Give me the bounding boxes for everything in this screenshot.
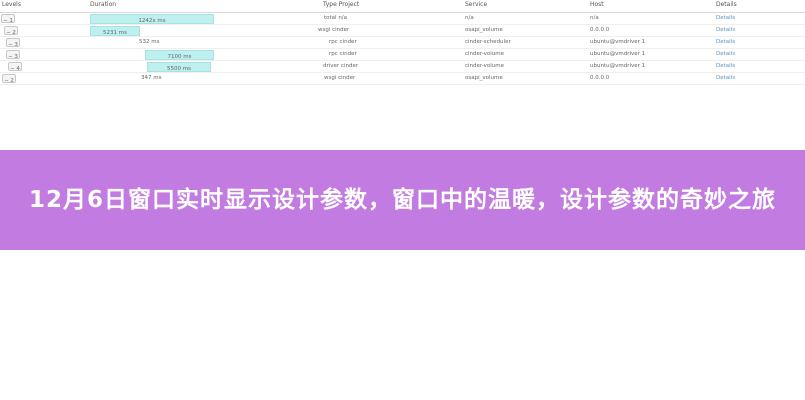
duration-bar[interactable]: 1242x ms (90, 14, 214, 24)
type-project-cell: wsgi cinder (318, 27, 350, 33)
type-project-cell: rpc cinder (329, 51, 357, 57)
details-link[interactable]: Details (716, 48, 735, 60)
details-link[interactable]: Details (716, 60, 735, 72)
service-cell: cinder-volume (465, 63, 505, 69)
host-cell: n/a (590, 15, 599, 21)
duration-value[interactable]: 347 ms (141, 72, 161, 84)
service-cell: n/a (465, 15, 474, 21)
duration-value[interactable]: 532 ms (139, 36, 159, 48)
host-cell: ubuntu@vmdriver 1 (590, 39, 646, 45)
level-toggle-button[interactable]: − 2 (4, 26, 18, 36)
header-service[interactable]: Service (465, 1, 487, 8)
header-host[interactable]: Host (590, 1, 604, 8)
duration-bar[interactable]: 5231 ms (90, 26, 140, 36)
details-link[interactable]: Details (716, 12, 735, 24)
trace-table: Levels Duration Type Project Service Hos… (0, 0, 805, 90)
table-row: − 2 347 ms wsgi cinder osapi_volume 0.0.… (0, 72, 805, 85)
duration-bar[interactable]: 5500 ms (147, 62, 211, 72)
service-cell: osapi_volume (465, 27, 503, 33)
level-toggle-button[interactable]: − 2 (2, 74, 16, 84)
type-project-cell: wsgi cinder (324, 75, 356, 81)
level-toggle-button[interactable]: − 1 (1, 14, 15, 24)
header-levels[interactable]: Levels (2, 1, 21, 8)
level-toggle-button[interactable]: − 3 (6, 38, 20, 48)
host-cell: 0.0.0.0 (590, 27, 610, 33)
header-details[interactable]: Details (716, 1, 737, 8)
title-banner: 12月6日窗口实时显示设计参数，窗口中的温暖，设计参数的奇妙之旅 (0, 150, 805, 250)
level-toggle-button[interactable]: − 3 (6, 50, 20, 60)
service-cell: cinder-scheduler (465, 39, 511, 45)
duration-bar[interactable]: 7100 ms (145, 50, 214, 60)
host-cell: ubuntu@vmdriver 1 (590, 63, 646, 69)
type-project-cell: driver cinder (323, 63, 359, 69)
type-project-cell: total n/a (324, 15, 348, 21)
details-link[interactable]: Details (716, 24, 735, 36)
host-cell: ubuntu@vmdriver 1 (590, 51, 646, 57)
type-project-cell: rpc cinder (329, 39, 357, 45)
host-cell: 0.0.0.0 (590, 75, 610, 81)
details-link[interactable]: Details (716, 72, 735, 84)
level-toggle-button[interactable]: − 4 (8, 62, 22, 72)
service-cell: cinder-volume (465, 51, 505, 57)
header-type-project[interactable]: Type Project (323, 1, 359, 8)
service-cell: osapi_volume (465, 75, 503, 81)
details-link[interactable]: Details (716, 36, 735, 48)
header-duration[interactable]: Duration (90, 1, 116, 8)
banner-title: 12月6日窗口实时显示设计参数，窗口中的温暖，设计参数的奇妙之旅 (28, 187, 776, 213)
